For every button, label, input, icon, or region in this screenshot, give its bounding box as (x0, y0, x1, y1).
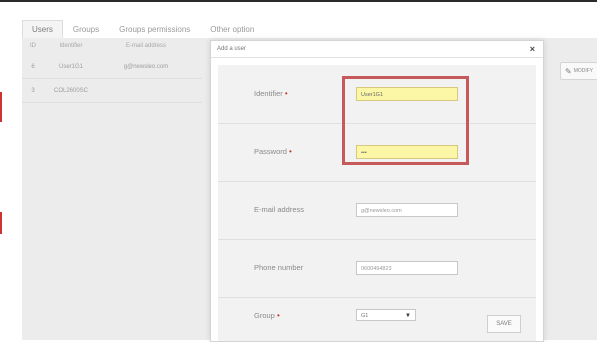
save-button[interactable]: SAVE (487, 315, 521, 333)
group-select-value: G1 (361, 313, 369, 319)
dropdown-caret-icon: ▼ (405, 313, 411, 319)
required-marker: • (289, 147, 292, 156)
table-row[interactable]: 6 User1G1 g@newsleo.com (22, 56, 202, 79)
table-row[interactable]: 3 COL2600SC (22, 80, 202, 103)
email-row: E-mail address g@newsleo.com (218, 181, 536, 240)
group-select[interactable]: G1 ▼ (356, 309, 416, 321)
tab-groups-permissions[interactable]: Groups permissions (109, 20, 200, 38)
identifier-label: Identifier • (254, 89, 288, 98)
tab-users[interactable]: Users (22, 20, 63, 38)
tab-bar: Users Groups Groups permissions Other op… (22, 20, 264, 38)
column-header-identifier: Identifier (59, 43, 83, 49)
email-field[interactable]: g@newsleo.com (356, 203, 458, 217)
annotation-highlight-box (342, 76, 469, 165)
cell-id: 6 (31, 64, 35, 70)
phone-field[interactable]: 0600494823 (356, 261, 458, 275)
group-label: Group • (254, 311, 280, 320)
close-icon[interactable]: × (530, 41, 535, 57)
left-edge-marker (0, 212, 2, 234)
phone-label: Phone number (254, 263, 304, 272)
modify-label: MODIFY (573, 68, 594, 74)
cell-email: g@newsleo.com (123, 64, 169, 70)
password-label: Password • (254, 147, 292, 156)
cell-identifier: COL2600SC (53, 88, 89, 94)
column-header-id: ID (30, 43, 36, 49)
tab-groups[interactable]: Groups (63, 20, 109, 38)
table-header: ID Identifier E-mail address (22, 38, 202, 54)
modify-button[interactable]: ✎ MODIFY (560, 62, 597, 80)
cell-identifier: User1G1 (58, 64, 83, 70)
top-border (0, 0, 597, 2)
phone-row: Phone number 0600494823 (218, 239, 536, 298)
column-header-email: E-mail address (125, 43, 166, 49)
pencil-icon: ✎ (565, 66, 572, 76)
required-marker: • (284, 89, 288, 98)
email-label: E-mail address (254, 205, 305, 214)
required-marker: • (276, 311, 280, 320)
dialog-header: Add a user × (211, 41, 543, 58)
dialog-title: Add a user (217, 46, 247, 52)
tab-other-option[interactable]: Other option (200, 20, 264, 38)
cell-id: 3 (31, 88, 35, 94)
left-edge-marker (0, 92, 2, 122)
